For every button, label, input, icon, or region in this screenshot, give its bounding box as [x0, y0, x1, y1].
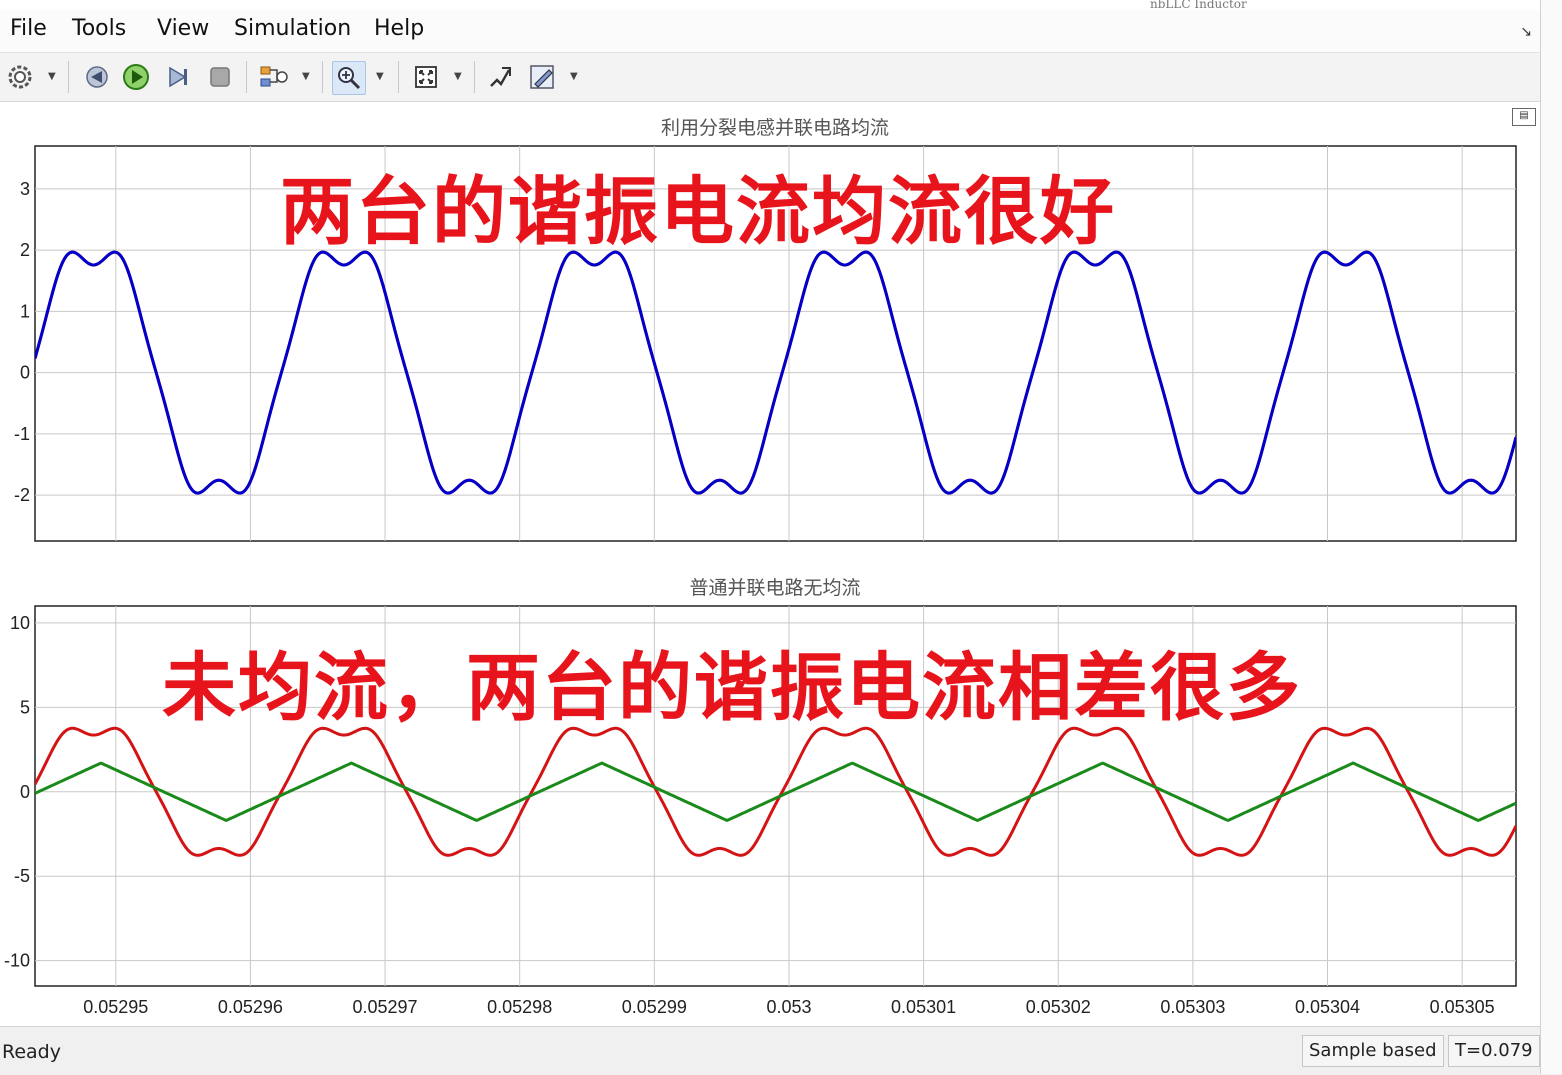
- bottom-y-tick-label: -5: [14, 866, 30, 886]
- highlight-block-icon[interactable]: [258, 61, 290, 93]
- toolbar: ▼ ▼ ▼ ▼ ▼: [0, 53, 1540, 102]
- x-tick-label: 0.05299: [622, 997, 687, 1017]
- legend-toggle-icon[interactable]: ▤: [1512, 108, 1536, 126]
- x-tick-label: 0.05303: [1160, 997, 1225, 1017]
- top-y-tick-label: 0: [20, 363, 30, 383]
- toolbar-separator: [246, 61, 247, 93]
- autoscale-dropdown-icon[interactable]: ▼: [454, 71, 462, 82]
- status-sim-time: T=0.079: [1448, 1035, 1540, 1067]
- bottom-plot-title: 普通并联电路无均流: [689, 577, 860, 599]
- bottom-y-tick-label: 10: [10, 613, 30, 633]
- x-tick-label: 0.05305: [1430, 997, 1495, 1017]
- background-window-edge: [1540, 0, 1562, 1074]
- x-tick-label: 0.05297: [353, 997, 418, 1017]
- top-plot-title: 利用分裂电感并联电路均流: [661, 117, 889, 139]
- cursor-measure-icon[interactable]: [484, 61, 516, 93]
- top-y-tick-label: 1: [20, 301, 30, 321]
- style-dropdown-icon[interactable]: ▼: [570, 71, 578, 82]
- toolbar-separator: [322, 61, 323, 93]
- x-tick-label: 0.053: [766, 997, 811, 1017]
- scope-window: nbLLC Inductor File Tools View Simulatio…: [0, 0, 1540, 1075]
- top-y-tick-label: 3: [20, 179, 30, 199]
- menu-view[interactable]: View: [157, 16, 209, 41]
- toolbar-separator: [474, 61, 475, 93]
- run-icon[interactable]: [120, 61, 152, 93]
- x-tick-label: 0.05298: [487, 997, 552, 1017]
- top-y-tick-label: -2: [14, 485, 30, 505]
- x-tick-label: 0.05302: [1026, 997, 1091, 1017]
- menu-file[interactable]: File: [10, 16, 47, 41]
- status-sample-mode: Sample based: [1302, 1035, 1444, 1067]
- menu-bar: File Tools View Simulation Help ↘: [0, 10, 1540, 53]
- top-y-tick-label: -1: [14, 424, 30, 444]
- bottom-y-tick-label: 0: [20, 782, 30, 802]
- menu-tools[interactable]: Tools: [72, 16, 126, 41]
- toolbar-separator: [398, 61, 399, 93]
- status-ready: Ready: [2, 1041, 61, 1063]
- zoom-dropdown-icon[interactable]: ▼: [376, 71, 384, 82]
- top-y-tick-label: 2: [20, 240, 30, 260]
- bottom-y-tick-label: 5: [20, 697, 30, 717]
- menu-help[interactable]: Help: [374, 16, 424, 41]
- zoom-in-icon[interactable]: [332, 61, 366, 95]
- toolbar-separator: [68, 61, 69, 93]
- stop-icon[interactable]: [204, 61, 236, 93]
- x-tick-label: 0.05296: [218, 997, 283, 1017]
- gear-icon[interactable]: [4, 61, 36, 93]
- x-tick-label: 0.05304: [1295, 997, 1360, 1017]
- settings-dropdown-icon[interactable]: ▼: [48, 71, 56, 82]
- step-back-icon[interactable]: [80, 61, 112, 93]
- bottom-annotation: 未均流，两台的谐振电流相差很多: [162, 645, 1302, 731]
- x-tick-label: 0.05295: [83, 997, 148, 1017]
- step-forward-icon[interactable]: [162, 61, 194, 93]
- status-bar: Ready Sample based T=0.079: [0, 1026, 1540, 1075]
- style-pencil-icon[interactable]: [526, 61, 558, 93]
- undock-icon[interactable]: ↘: [1520, 24, 1532, 40]
- x-tick-label: 0.05301: [891, 997, 956, 1017]
- bottom-y-tick-label: -10: [4, 951, 30, 971]
- menu-simulation[interactable]: Simulation: [234, 16, 351, 41]
- autoscale-icon[interactable]: [410, 61, 442, 93]
- top-annotation: 两台的谐振电流均流很好: [280, 169, 1116, 255]
- highlight-dropdown-icon[interactable]: ▼: [302, 71, 310, 82]
- background-window-title: nbLLC Inductor: [1150, 0, 1247, 10]
